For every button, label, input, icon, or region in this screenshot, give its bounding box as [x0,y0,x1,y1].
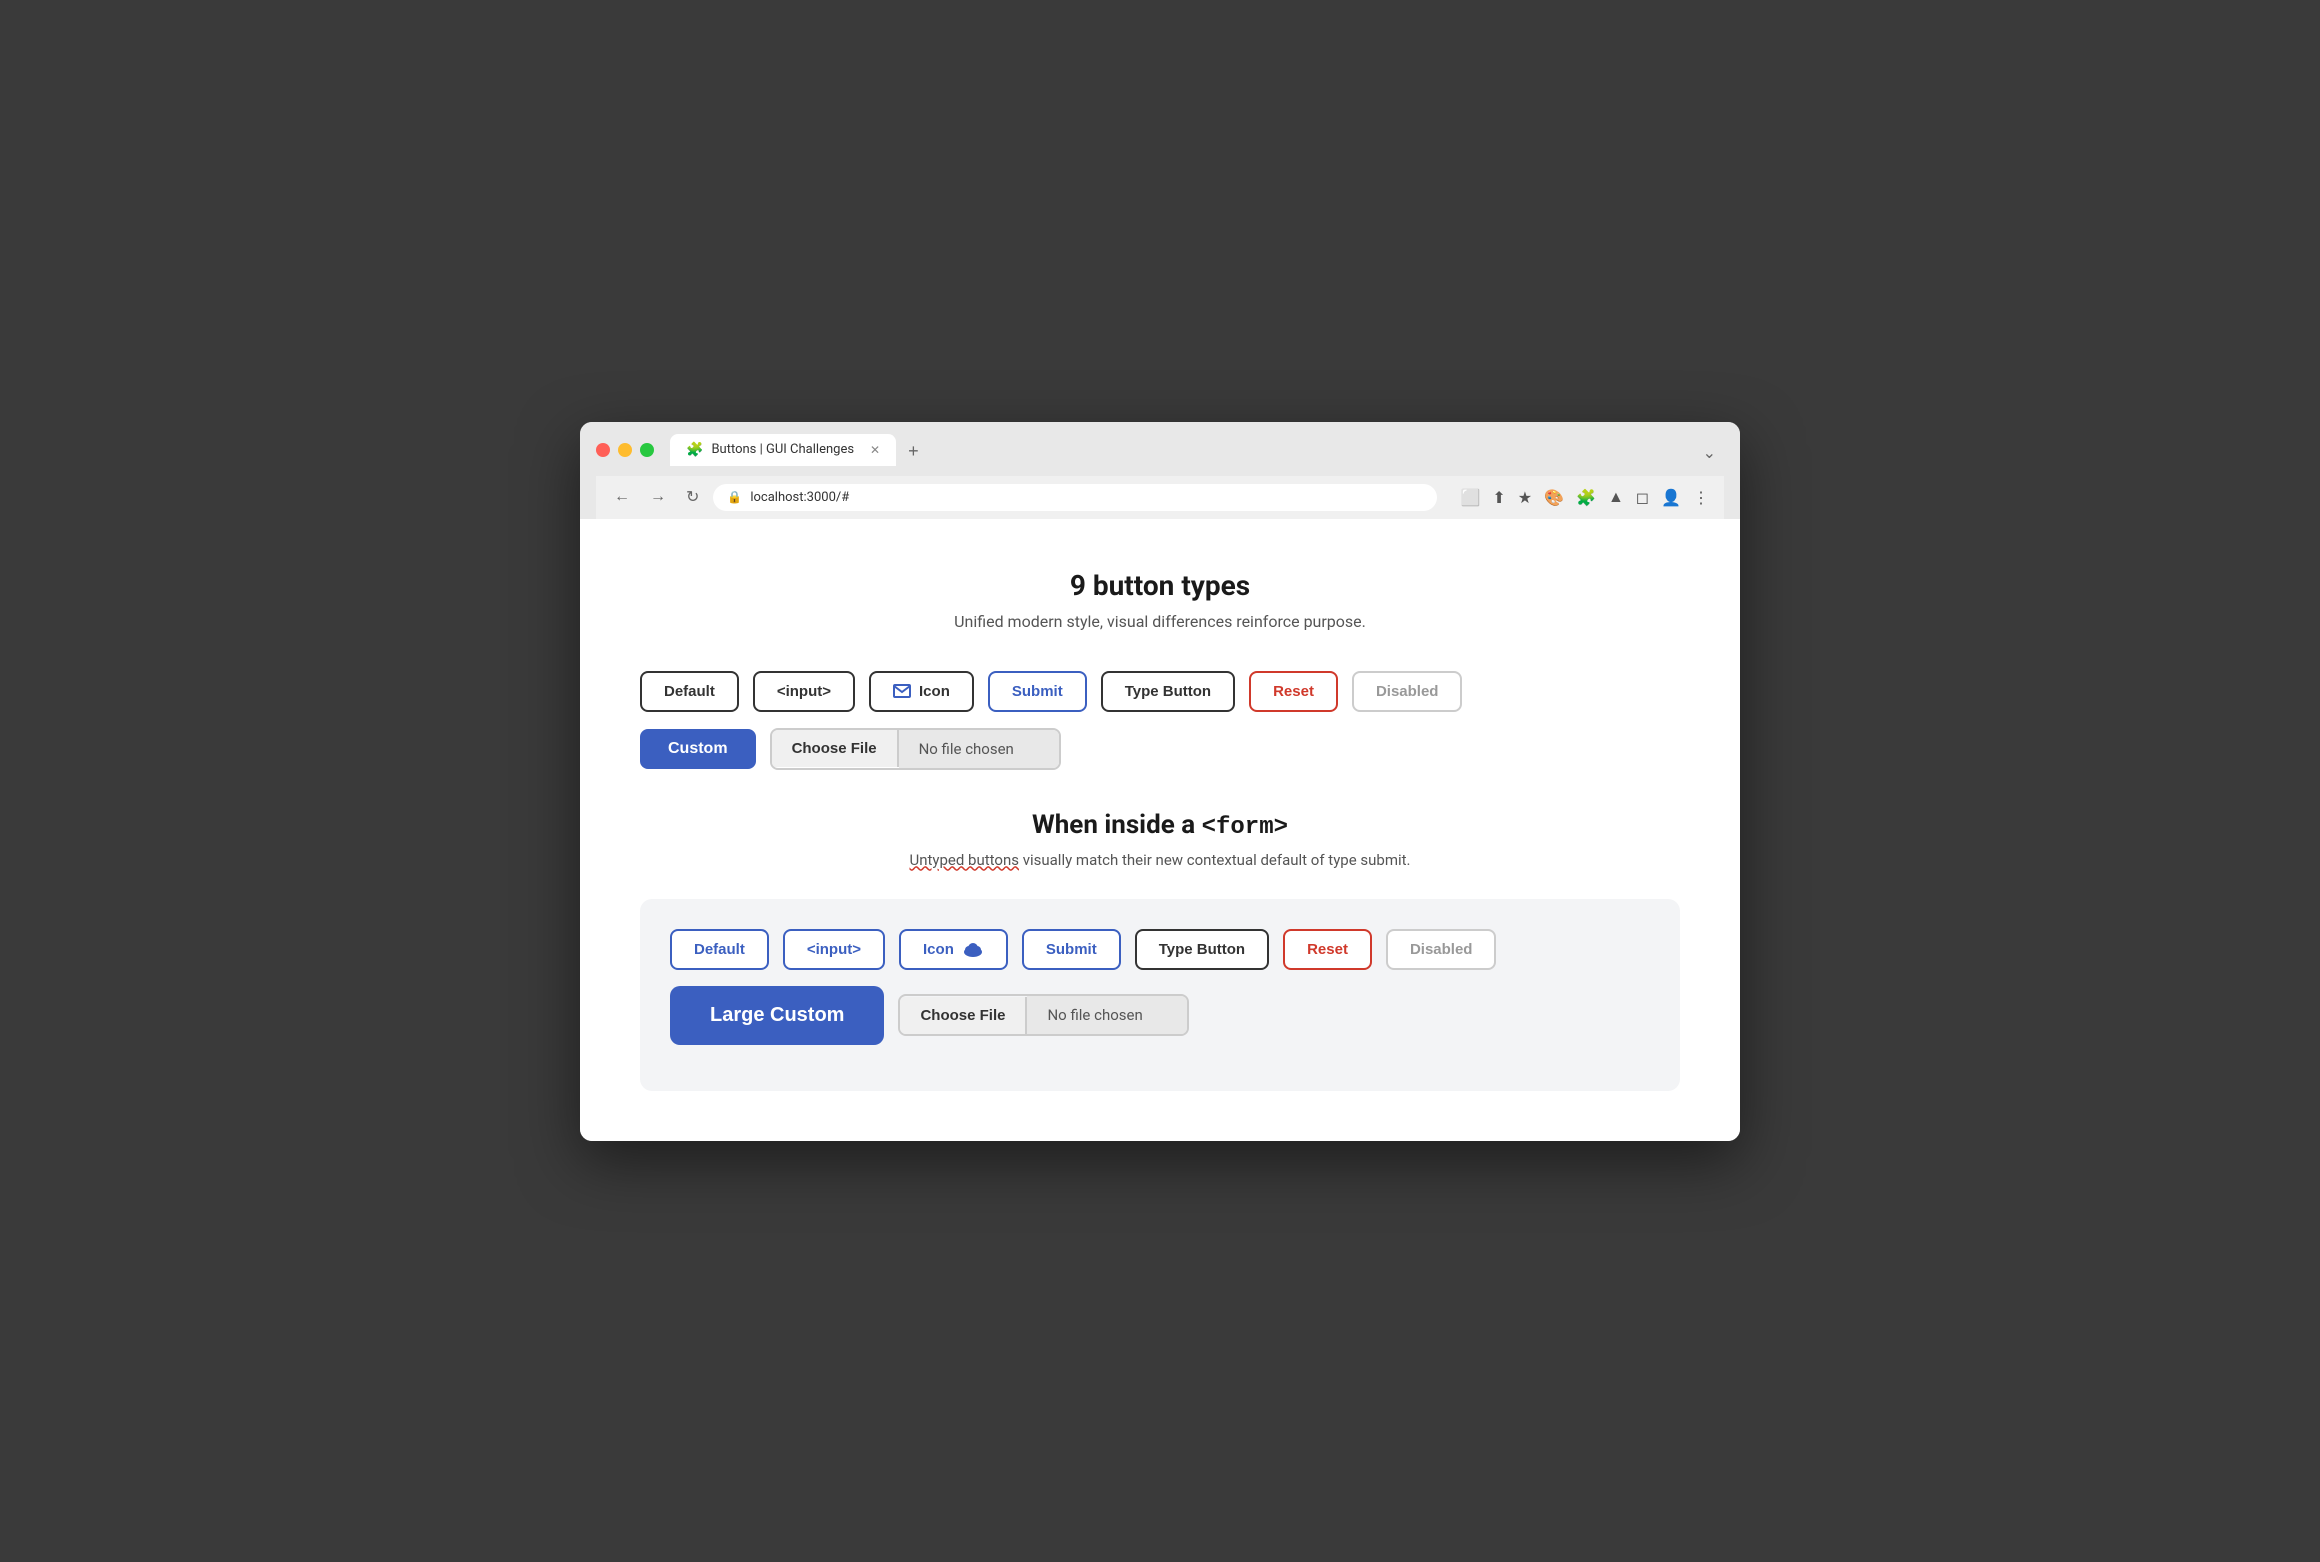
form-file-no-chosen-text: No file chosen [1027,996,1187,1034]
cast-icon[interactable]: ⬜ [1457,485,1483,510]
browser-chrome: 🧩 Buttons | GUI Challenges ✕ + ⌄ ← → ↻ 🔒… [580,422,1740,519]
form-button-row-2: Large Custom Choose File No file chosen [670,986,1650,1045]
forward-button[interactable]: → [644,486,672,508]
disabled-button: Disabled [1352,671,1463,712]
browser-window: 🧩 Buttons | GUI Challenges ✕ + ⌄ ← → ↻ 🔒… [580,422,1740,1141]
tab-bar: 🧩 Buttons | GUI Challenges ✕ + ⌄ [670,434,1724,466]
extension-icon-1[interactable]: 🎨 [1541,485,1567,510]
form-file-input-wrapper: Choose File No file chosen [898,994,1189,1036]
share-icon[interactable]: ⬆ [1489,485,1508,510]
envelope-icon [893,684,911,698]
address-bar: ← → ↻ 🔒 localhost:3000/# ⬜ ⬆ ★ 🎨 🧩 ▲ ◻ 👤… [596,476,1724,519]
form-input-button[interactable] [783,929,885,970]
file-input-wrapper: Choose File No file chosen [770,728,1061,770]
url-bar[interactable]: 🔒 localhost:3000/# [713,484,1437,511]
traffic-light-red[interactable] [596,443,610,457]
back-button[interactable]: ← [608,486,636,508]
form-file-choose-button[interactable]: Choose File [900,997,1027,1034]
icon-button[interactable]: Icon [869,671,974,712]
form-box: Default Icon Submit [640,899,1680,1091]
reload-button[interactable]: ↻ [680,485,705,509]
default-button[interactable]: Default [640,671,739,712]
extension-icon-3[interactable]: ▲ [1605,484,1627,510]
file-no-chosen-text: No file chosen [899,730,1059,768]
extension-icon-2[interactable]: 🧩 [1573,485,1599,510]
form-default-button[interactable]: Default [670,929,769,970]
title-bar: 🧩 Buttons | GUI Challenges ✕ + ⌄ [596,434,1724,466]
cloud-icon [962,941,984,957]
main-section-title: 9 button types [640,569,1680,602]
large-custom-button[interactable]: Large Custom [670,986,884,1045]
input-button[interactable] [753,671,855,712]
browser-toolbar: ⬜ ⬆ ★ 🎨 🧩 ▲ ◻ 👤 ⋮ [1457,484,1712,510]
traffic-light-yellow[interactable] [618,443,632,457]
tab-list-icon[interactable]: ⌄ [1695,439,1724,466]
form-section-title: When inside a <form> [640,810,1680,841]
tab-close-button[interactable]: ✕ [870,443,880,457]
form-button-row-1: Default Icon Submit [670,929,1650,970]
secure-icon: 🔒 [727,490,742,504]
menu-icon[interactable]: ⋮ [1690,485,1712,510]
main-section-subtitle: Unified modern style, visual differences… [640,612,1680,631]
form-section: When inside a <form> Untyped buttons vis… [640,810,1680,1091]
page-content: 9 button types Unified modern style, vis… [580,519,1740,1141]
main-button-row-2: Custom Choose File No file chosen [640,728,1680,770]
active-tab[interactable]: 🧩 Buttons | GUI Challenges ✕ [670,434,896,466]
traffic-light-green[interactable] [640,443,654,457]
url-text: localhost:3000/# [750,490,849,505]
main-button-row-1: Default Icon Submit Type Button Reset Di… [640,671,1680,712]
bookmark-icon[interactable]: ★ [1515,485,1535,510]
form-type-button[interactable]: Type Button [1135,929,1269,970]
profile-icon[interactable]: 👤 [1658,485,1684,510]
custom-button[interactable]: Custom [640,729,756,769]
submit-button[interactable]: Submit [988,671,1087,712]
type-button-button[interactable]: Type Button [1101,671,1235,712]
sidebar-toggle-icon[interactable]: ◻ [1633,485,1652,510]
tab-title: Buttons | GUI Challenges [711,442,854,457]
reset-button[interactable]: Reset [1249,671,1338,712]
form-icon-button[interactable]: Icon [899,929,1008,970]
file-choose-button[interactable]: Choose File [772,730,899,767]
form-submit-button[interactable]: Submit [1022,929,1121,970]
traffic-lights [596,443,654,457]
tab-favicon: 🧩 [686,442,703,458]
form-section-subtitle: Untyped buttons visually match their new… [640,851,1680,869]
new-tab-button[interactable]: + [896,437,931,466]
form-reset-button[interactable]: Reset [1283,929,1372,970]
form-disabled-button: Disabled [1386,929,1497,970]
